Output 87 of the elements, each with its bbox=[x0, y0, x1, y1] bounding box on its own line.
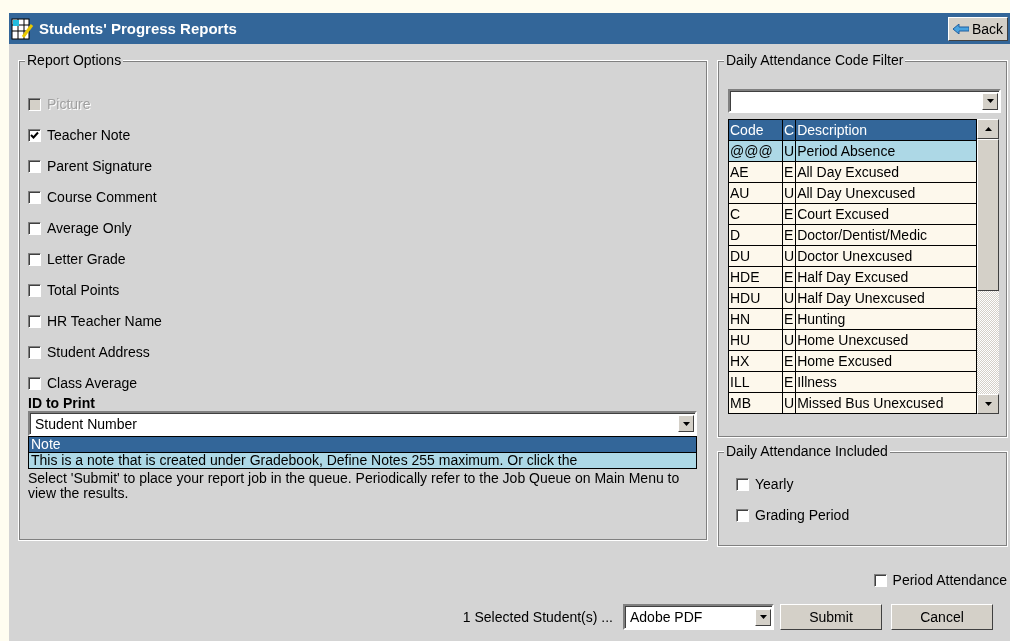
checkbox-label: Yearly bbox=[755, 476, 794, 492]
checkbox[interactable] bbox=[28, 221, 41, 235]
checkbox[interactable] bbox=[736, 508, 749, 522]
dropdown-field[interactable]: Adobe PDF bbox=[623, 604, 774, 630]
table-cell: Hunting bbox=[795, 308, 977, 330]
table-cell: HX bbox=[728, 350, 783, 372]
checkbox[interactable] bbox=[28, 252, 41, 266]
action-button[interactable]: Submit bbox=[780, 604, 882, 630]
table-cell: U bbox=[782, 245, 796, 267]
window-title: Students' Progress Reports bbox=[39, 20, 238, 37]
dropdown-field[interactable]: Student Number bbox=[28, 411, 697, 436]
dropdown-arrow-icon bbox=[759, 615, 767, 619]
table-cell: E bbox=[782, 224, 796, 246]
checkbox-label: HR Teacher Name bbox=[47, 313, 162, 329]
table-cell: Home Excused bbox=[795, 350, 977, 372]
selected-count: 1 Selected Student(s) ... bbox=[462, 609, 613, 625]
group-title: Daily Attendance Included bbox=[724, 443, 890, 459]
table-cell: E bbox=[782, 266, 796, 288]
group-title: Daily Attendance Code Filter bbox=[724, 52, 906, 68]
checkbox[interactable] bbox=[28, 190, 41, 204]
table-cell: Doctor/Dentist/Medic bbox=[795, 224, 977, 246]
checkbox-label: Period Attendance bbox=[892, 572, 1007, 588]
table-cell: E bbox=[782, 371, 796, 393]
table-cell: MB bbox=[728, 392, 783, 414]
table-cell: HDU bbox=[728, 287, 783, 309]
checkbox[interactable] bbox=[28, 376, 41, 390]
checkbox-label: Total Points bbox=[47, 282, 120, 298]
checkbox-label: Teacher Note bbox=[47, 127, 131, 143]
scrollbar[interactable] bbox=[977, 119, 999, 414]
dropdown-field[interactable] bbox=[728, 89, 1001, 113]
table-cell: AU bbox=[728, 182, 783, 204]
checkbox-label: Parent Signature bbox=[47, 158, 153, 174]
instructions-text: Select 'Submit' to place your report job in the queue. Periodically refer to the Job Queue on Main Menu to view the results. bbox=[28, 471, 681, 501]
table-cell: Half Day Excused bbox=[795, 266, 977, 288]
table-cell: U bbox=[782, 140, 796, 162]
table-cell: E bbox=[782, 161, 796, 183]
table-cell: Half Day Unexcused bbox=[795, 287, 977, 309]
checkbox-label: Class Average bbox=[47, 375, 137, 391]
table-cell: Missed Bus Unexcused bbox=[795, 392, 977, 414]
checkbox-label: Average Only bbox=[47, 220, 132, 236]
table-cell: Court Excused bbox=[795, 203, 977, 225]
table-cell: HN bbox=[728, 308, 783, 330]
report-grid-icon bbox=[11, 16, 35, 41]
table-cell: DU bbox=[728, 245, 783, 267]
table-cell: All Day Excused bbox=[795, 161, 977, 183]
table-cell: E bbox=[782, 350, 796, 372]
table-cell: HU bbox=[728, 329, 783, 351]
left-arrow-icon bbox=[952, 23, 969, 34]
scroll-up-icon bbox=[984, 127, 992, 131]
checkbox[interactable] bbox=[28, 283, 41, 297]
table-cell: Illness bbox=[795, 371, 977, 393]
checkbox[interactable] bbox=[28, 128, 41, 142]
column-header[interactable]: Code bbox=[728, 119, 783, 141]
checkbox-label: Grading Period bbox=[755, 507, 850, 523]
table-cell: U bbox=[782, 287, 796, 309]
checkbox[interactable] bbox=[28, 159, 41, 173]
back-button[interactable]: Back bbox=[947, 16, 1008, 41]
table-cell: U bbox=[782, 329, 796, 351]
table-cell: E bbox=[782, 203, 796, 225]
table-cell: All Day Unexcused bbox=[795, 182, 977, 204]
table-cell: E bbox=[782, 308, 796, 330]
checkbox-label: Student Address bbox=[47, 344, 150, 360]
table-cell: ILL bbox=[728, 371, 783, 393]
table-cell: U bbox=[782, 182, 796, 204]
table-cell: U bbox=[782, 392, 796, 414]
table-cell: Home Unexcused bbox=[795, 329, 977, 351]
table-cell: C bbox=[728, 203, 783, 225]
note-text: This is a note that is created under Gradebook, Define Notes 255 maximum. Or click the bbox=[28, 453, 697, 469]
action-button[interactable]: Cancel bbox=[891, 604, 993, 630]
table-cell: Doctor Unexcused bbox=[795, 245, 977, 267]
field-label: ID to Print bbox=[28, 395, 96, 411]
note-header: Note bbox=[28, 436, 697, 453]
dropdown-arrow-icon bbox=[682, 421, 690, 426]
checkbox[interactable] bbox=[736, 477, 749, 491]
checkbox[interactable] bbox=[873, 573, 887, 587]
scroll-down-icon bbox=[984, 402, 992, 406]
table-cell: @@@ bbox=[728, 140, 783, 162]
checkbox[interactable] bbox=[28, 345, 41, 359]
checkbox[interactable] bbox=[28, 314, 41, 328]
checkbox-label: Course Comment bbox=[47, 189, 157, 205]
table-cell: AE bbox=[728, 161, 783, 183]
table-cell: D bbox=[728, 224, 783, 246]
column-header[interactable]: Description bbox=[795, 119, 977, 141]
checkbox-label: Letter Grade bbox=[47, 251, 126, 267]
table-cell: HDE bbox=[728, 266, 783, 288]
dropdown-arrow-icon bbox=[986, 99, 994, 103]
group-title: Report Options bbox=[25, 52, 124, 68]
